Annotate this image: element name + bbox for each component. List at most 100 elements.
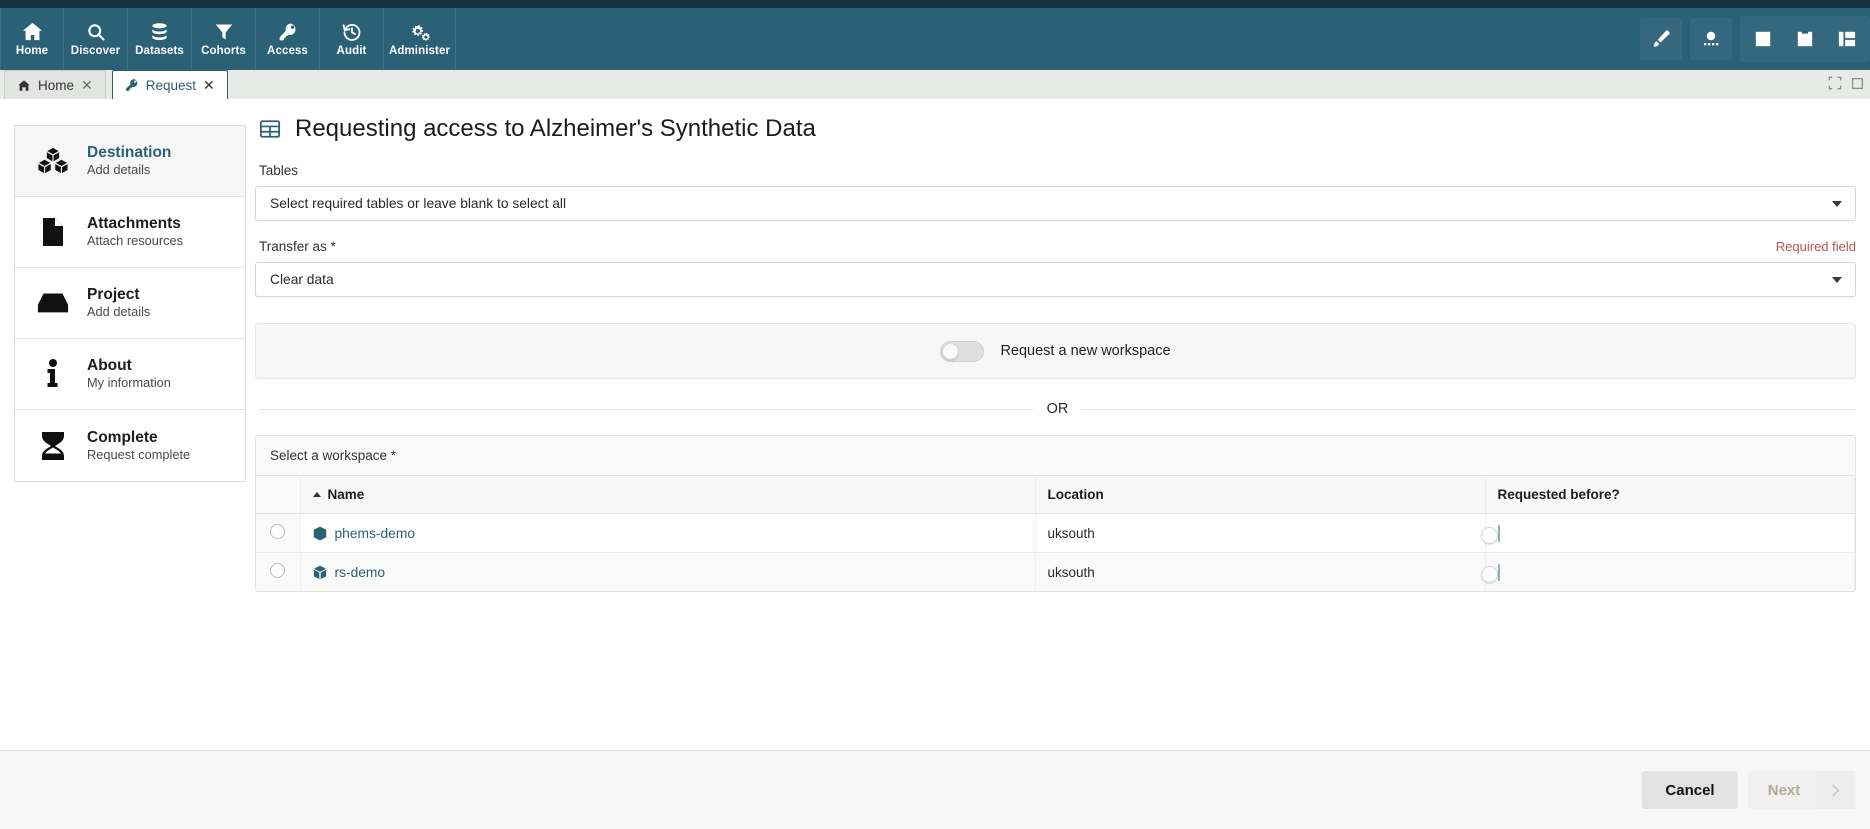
close-icon[interactable]: ✕ xyxy=(203,78,215,92)
toggle-knob xyxy=(1481,527,1498,544)
window-icon[interactable] xyxy=(1784,18,1826,60)
cancel-button[interactable]: Cancel xyxy=(1642,771,1738,809)
brush-icon[interactable] xyxy=(1640,18,1682,60)
nav-item-administer-label: Administer xyxy=(389,46,450,58)
file-icon xyxy=(35,217,71,247)
sidebar-item-project[interactable]: Project Add details xyxy=(15,268,245,339)
chevron-down-icon xyxy=(1832,201,1842,207)
chevron-down-icon xyxy=(1832,277,1842,283)
sidebar-item-attachments-title: Attachments xyxy=(87,215,183,233)
sidebar-item-about-subtitle: My information xyxy=(87,376,171,391)
table-icon xyxy=(259,118,281,140)
row-radio[interactable] xyxy=(270,524,285,539)
sidebar-item-destination-subtitle: Add details xyxy=(87,163,171,178)
table-row[interactable]: phems-demo uksouth xyxy=(256,514,1855,553)
next-button[interactable]: Next xyxy=(1748,771,1856,809)
database-icon xyxy=(150,21,169,43)
transfer-as-select[interactable]: Clear data xyxy=(255,262,1856,297)
transfer-as-label: Transfer as * xyxy=(259,239,336,254)
tables-select[interactable]: Select required tables or leave blank to… xyxy=(255,186,1856,221)
sidebar-item-about[interactable]: About My information xyxy=(15,339,245,410)
tab-request[interactable]: Request ✕ xyxy=(112,70,228,99)
nav-item-datasets-label: Datasets xyxy=(135,46,184,58)
sidebar-item-destination-title: Destination xyxy=(87,144,171,162)
page-title: Requesting access to Alzheimer's Synthet… xyxy=(259,117,1870,141)
row-radio[interactable] xyxy=(270,563,285,578)
nav-item-discover[interactable]: Discover xyxy=(64,8,128,70)
requested-before-toggle[interactable] xyxy=(1498,564,1500,581)
sidebar-item-destination[interactable]: Destination Add details xyxy=(15,126,245,197)
close-icon[interactable]: ✕ xyxy=(81,78,93,92)
row-select-cell[interactable] xyxy=(256,514,300,553)
nav-item-home-label: Home xyxy=(16,46,48,58)
next-button-label: Next xyxy=(1750,782,1817,799)
square-icon[interactable] xyxy=(1742,18,1784,60)
user-avatar-icon[interactable] xyxy=(1690,18,1732,60)
page-title-text: Requesting access to Alzheimer's Synthet… xyxy=(295,117,816,141)
workspace-table: Name Location Requested before? xyxy=(256,475,1855,591)
column-header-requested-before[interactable]: Requested before? xyxy=(1485,476,1855,514)
page-body: Destination Add details Attachments Atta… xyxy=(0,99,1870,750)
column-header-select xyxy=(256,476,300,514)
nav-item-cohorts-label: Cohorts xyxy=(201,46,246,58)
requested-before-toggle[interactable] xyxy=(1498,525,1500,542)
column-header-location-label: Location xyxy=(1048,487,1104,502)
sidebar-item-complete[interactable]: Complete Request complete xyxy=(15,410,245,481)
row-select-cell[interactable] xyxy=(256,553,300,592)
toolbar-actions xyxy=(1640,8,1870,70)
tab-bar: Home ✕ Request ✕ xyxy=(0,70,1870,99)
sidebar-item-project-subtitle: Add details xyxy=(87,305,150,320)
info-icon xyxy=(35,359,71,389)
cubes-icon xyxy=(35,147,71,175)
layout-icon[interactable] xyxy=(1826,18,1868,60)
table-row[interactable]: rs-demo uksouth xyxy=(256,553,1855,592)
transfer-as-label-row: Transfer as * Required field xyxy=(259,239,1866,254)
sidebar-item-attachments-subtitle: Attach resources xyxy=(87,234,183,249)
row-name-cell: rs-demo xyxy=(300,553,1035,592)
filter-icon xyxy=(214,21,234,43)
nav-item-datasets[interactable]: Datasets xyxy=(128,8,192,70)
required-field-note: Required field xyxy=(1776,239,1856,254)
or-divider: OR xyxy=(259,401,1856,417)
tab-home-label: Home xyxy=(38,78,74,93)
column-header-name-label: Name xyxy=(328,487,365,502)
workspace-table-card: Select a workspace * Name Location Reque… xyxy=(255,435,1856,592)
request-new-workspace-label: Request a new workspace xyxy=(1000,343,1170,359)
column-header-location[interactable]: Location xyxy=(1035,476,1485,514)
column-header-name[interactable]: Name xyxy=(300,476,1035,514)
row-name-cell: phems-demo xyxy=(300,514,1035,553)
tab-request-label: Request xyxy=(146,78,196,93)
fullscreen-icon[interactable] xyxy=(1828,76,1842,95)
sidebar-item-destination-text: Destination Add details xyxy=(87,144,171,178)
key-icon xyxy=(278,21,298,43)
cube-icon xyxy=(313,565,327,580)
nav-item-home[interactable]: Home xyxy=(0,8,64,70)
nav-item-audit[interactable]: Audit xyxy=(320,8,384,70)
workspace-link[interactable]: rs-demo xyxy=(335,565,386,580)
table-header-row: Name Location Requested before? xyxy=(256,476,1855,514)
transfer-as-select-value: Clear data xyxy=(270,272,334,287)
row-location-cell: uksouth xyxy=(1035,553,1485,592)
home-icon xyxy=(17,79,31,92)
sort-ascending-icon xyxy=(313,492,321,497)
tab-home[interactable]: Home ✕ xyxy=(4,70,106,99)
nav-item-access[interactable]: Access xyxy=(256,8,320,70)
request-new-workspace-toggle[interactable] xyxy=(940,341,984,362)
row-requested-before-cell xyxy=(1485,514,1855,553)
column-header-requested-before-label: Requested before? xyxy=(1498,487,1620,502)
sidebar-item-complete-title: Complete xyxy=(87,429,190,447)
sidebar-item-complete-text: Complete Request complete xyxy=(87,429,190,463)
key-icon xyxy=(125,78,139,92)
workspace-link[interactable]: phems-demo xyxy=(335,526,416,541)
nav-item-cohorts[interactable]: Cohorts xyxy=(192,8,256,70)
sidebar-item-attachments[interactable]: Attachments Attach resources xyxy=(15,197,245,268)
history-icon xyxy=(342,21,362,43)
nav-item-administer[interactable]: Administer xyxy=(384,8,456,70)
sidebar-item-project-text: Project Add details xyxy=(87,286,150,320)
row-location-cell: uksouth xyxy=(1035,514,1485,553)
window-controls-group xyxy=(1740,16,1870,62)
gears-icon xyxy=(409,21,431,43)
request-steps-sidebar: Destination Add details Attachments Atta… xyxy=(14,125,246,482)
restore-window-icon[interactable] xyxy=(1851,77,1864,95)
tab-bar-actions xyxy=(1828,76,1864,95)
